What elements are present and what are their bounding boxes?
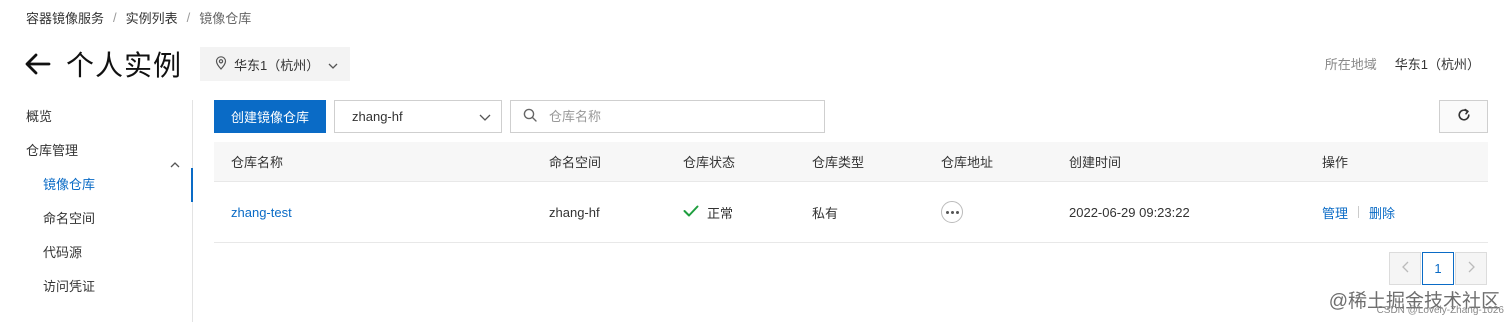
repo-name-link[interactable]: zhang-test [231,205,292,220]
breadcrumb-separator: / [186,10,191,25]
repo-namespace: zhang-hf [549,204,600,220]
sidebar-item-repo-management[interactable]: 仓库管理 [0,134,192,168]
next-page-button[interactable] [1455,252,1487,285]
breadcrumb-item-current: 镜像仓库 [199,11,252,26]
region-info-label: 所在地域 [1324,57,1377,72]
sidebar-item-code-source[interactable]: 代码源 [0,236,192,270]
check-icon [683,205,699,220]
sidebar-item-overview[interactable]: 概览 [0,100,192,134]
column-header-actions: 操作 [1322,155,1349,170]
region-select[interactable]: 华东1（杭州） [200,47,351,81]
region-info-value: 华东1（杭州） [1394,57,1480,72]
more-icon[interactable] [941,201,963,223]
refresh-button[interactable] [1439,100,1488,133]
pagination: 1 [1389,252,1487,285]
repo-actions: 管理 删除 [1322,182,1395,242]
chevron-down-icon [328,57,338,72]
column-header-address: 仓库地址 [941,155,994,170]
search-icon [523,108,537,125]
breadcrumb: 容器镜像服务 / 实例列表 / 镜像仓库 [26,8,251,27]
namespace-select-value: zhang-hf [352,109,403,124]
back-arrow-icon[interactable] [24,50,52,78]
manage-link[interactable]: 管理 [1322,203,1348,222]
sidebar-item-image-repo[interactable]: 镜像仓库 [0,168,193,202]
chevron-right-icon [1468,261,1475,276]
search-box [510,100,825,133]
action-divider [1358,206,1360,218]
title-row: 个人实例 华东1（杭州） [24,44,351,84]
sidebar-item-label: 仓库管理 [26,143,79,158]
prev-page-button[interactable] [1389,252,1421,285]
repo-created-time: 2022-06-29 09:23:22 [1069,204,1190,220]
delete-link[interactable]: 删除 [1369,203,1395,222]
location-pin-icon [214,55,228,73]
repo-table: 仓库名称 命名空间 仓库状态 仓库类型 仓库地址 创建时间 操作 zhang-t… [214,142,1488,243]
column-header-name: 仓库名称 [231,155,284,170]
sidebar: 概览 仓库管理 镜像仓库 命名空间 代码源 访问凭证 [0,100,193,322]
repo-status: 正常 [683,182,733,242]
chevron-left-icon [1401,261,1409,276]
create-repo-button[interactable]: 创建镜像仓库 [214,100,326,133]
refresh-icon [1457,108,1471,125]
page-title: 个人实例 [66,50,183,81]
repo-status-text: 正常 [707,205,734,221]
column-header-created: 创建时间 [1069,155,1122,170]
watermark-sub: CSDN @Lovely-Zhang-1026 [1376,305,1504,316]
repo-type: 私有 [812,205,839,221]
column-header-namespace: 命名空间 [549,155,602,170]
table-row: zhang-test zhang-hf 正常 私有 2022-06-29 09:… [214,182,1488,243]
chevron-down-icon [479,109,491,124]
region-info: 所在地域 华东1（杭州） [1325,54,1480,73]
sidebar-item-access-credential[interactable]: 访问凭证 [0,270,192,304]
column-header-status: 仓库状态 [683,155,736,170]
breadcrumb-separator: / [113,10,117,25]
table-header: 仓库名称 命名空间 仓库状态 仓库类型 仓库地址 创建时间 操作 [214,142,1488,182]
search-input[interactable] [549,109,812,124]
region-select-label: 华东1（杭州） [234,57,320,73]
breadcrumb-item-service[interactable]: 容器镜像服务 [26,8,104,27]
page-number-button[interactable]: 1 [1422,252,1454,285]
namespace-select[interactable]: zhang-hf [334,100,502,133]
column-header-type: 仓库类型 [812,155,865,170]
breadcrumb-item-instances[interactable]: 实例列表 [126,8,178,27]
toolbar: 创建镜像仓库 zhang-hf [214,100,1488,133]
sidebar-item-namespace[interactable]: 命名空间 [0,202,192,236]
